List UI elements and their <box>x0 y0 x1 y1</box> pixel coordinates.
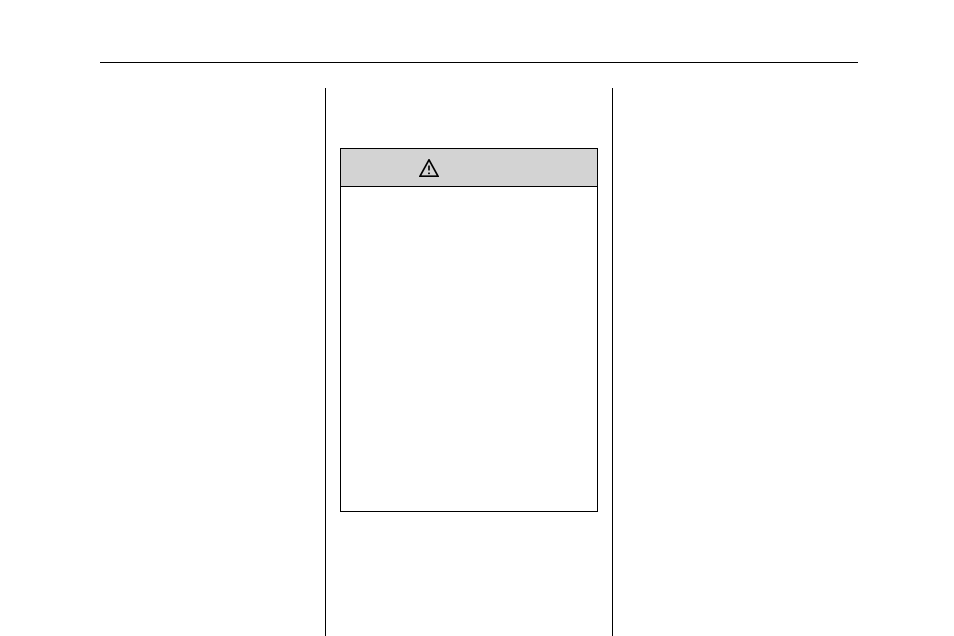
warning-box <box>340 148 598 512</box>
warning-box-body <box>341 187 597 511</box>
column-divider-left <box>325 88 326 636</box>
page-header-rule <box>100 62 858 63</box>
column-divider-right <box>612 88 613 636</box>
warning-triangle-icon <box>419 159 439 177</box>
warning-box-header <box>341 149 597 187</box>
